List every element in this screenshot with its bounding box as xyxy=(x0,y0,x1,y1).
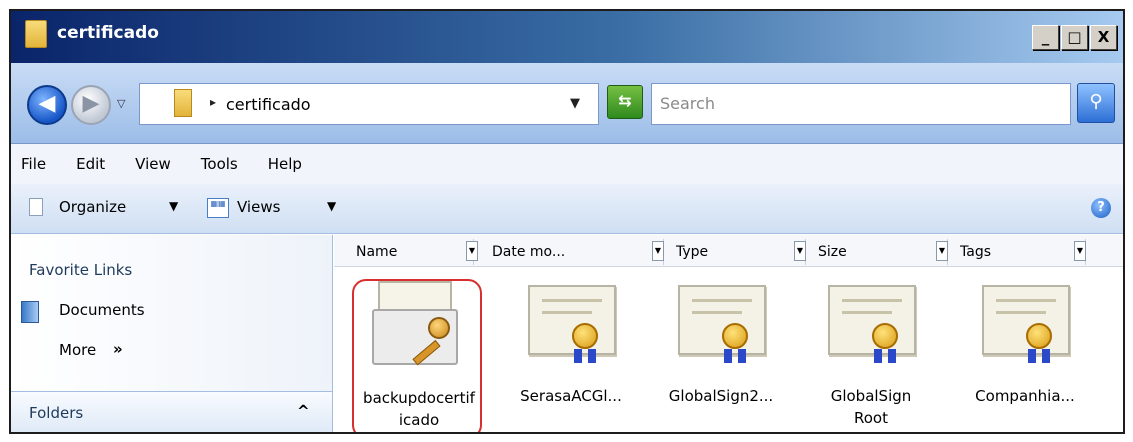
nav-item-documents[interactable]: Documents xyxy=(59,301,145,319)
certificate-icon xyxy=(828,285,916,363)
file-list: Name ▼ Date mo... ▼ Type ▼ Size ▼ Tags ▼… xyxy=(334,235,1123,432)
seal-icon xyxy=(722,323,748,349)
chevron-up-icon[interactable]: ^ xyxy=(297,402,310,420)
file-item-companhia[interactable]: Companhia... xyxy=(960,279,1090,432)
ribbon-icon xyxy=(574,349,582,363)
close-button[interactable]: X xyxy=(1090,25,1117,50)
search-icon[interactable]: ⚲ xyxy=(1077,83,1115,123)
file-label: backupdocertif icado xyxy=(354,387,484,431)
views-icon[interactable]: ▦▦ xyxy=(207,198,229,218)
ribbon-icon xyxy=(738,349,746,363)
seal-icon xyxy=(572,323,598,349)
address-path[interactable]: certificado xyxy=(226,95,311,114)
menu-bar: File Edit View Tools Help xyxy=(11,144,1123,184)
file-item-globalsign-root[interactable]: GlobalSign Root xyxy=(806,279,936,432)
title-bar[interactable]: certificado _ □ X xyxy=(11,11,1123,63)
menu-tools[interactable]: Tools xyxy=(201,155,238,173)
file-label: Companhia... xyxy=(960,385,1090,407)
recent-pages-dropdown-icon[interactable]: ▽ xyxy=(117,97,125,110)
explorer-window: certificado _ □ X ◀ ▶ ▽ ▸ certificado ▼ … xyxy=(9,9,1125,434)
search-input[interactable]: Search xyxy=(651,83,1071,125)
breadcrumb-arrow-icon[interactable]: ▸ xyxy=(210,95,216,109)
cert-text-line xyxy=(842,311,892,314)
file-item-globalsign2[interactable]: GlobalSign2... xyxy=(656,279,786,432)
cert-text-line xyxy=(842,299,902,302)
certificate-icon xyxy=(982,285,1070,363)
file-label-line: SerasaACGl... xyxy=(520,387,622,405)
address-bar: ◀ ▶ ▽ ▸ certificado ▼ ⇆ Search ⚲ xyxy=(11,63,1123,144)
ribbon-icon xyxy=(1028,349,1036,363)
file-label: GlobalSign Root xyxy=(806,385,936,429)
file-label-line: GlobalSign xyxy=(830,387,912,405)
cert-text-line xyxy=(996,299,1056,302)
ribbon-icon xyxy=(588,349,596,363)
window-controls: _ □ X xyxy=(1032,25,1117,50)
file-label-line: backupdocertif xyxy=(363,389,475,407)
column-type-dropdown-icon[interactable]: ▼ xyxy=(794,241,806,261)
organize-dropdown-icon[interactable]: ▼ xyxy=(169,199,178,213)
ribbon-icon xyxy=(874,349,882,363)
column-date-dropdown-icon[interactable]: ▼ xyxy=(652,241,664,261)
help-icon[interactable]: ? xyxy=(1091,198,1111,218)
cert-text-line xyxy=(996,311,1046,314)
back-button[interactable]: ◀ xyxy=(27,85,67,125)
seal-icon xyxy=(1026,323,1052,349)
column-type[interactable]: Type xyxy=(670,239,806,265)
file-label-line: GlobalSign2... xyxy=(668,387,774,405)
address-field[interactable]: ▸ certificado ▼ xyxy=(139,83,599,125)
cert-text-line xyxy=(692,299,752,302)
ribbon-icon xyxy=(724,349,732,363)
column-size[interactable]: Size xyxy=(812,239,948,265)
folders-bar[interactable]: Folders ^ xyxy=(11,391,332,432)
cert-text-line xyxy=(542,311,592,314)
key-icon xyxy=(428,317,450,339)
command-bar: Organize ▼ ▦▦ Views ▼ ? xyxy=(11,184,1123,234)
column-name[interactable]: Name xyxy=(350,239,474,265)
certificate-icon xyxy=(528,285,616,363)
chevron-right-icon[interactable]: » xyxy=(113,340,123,358)
organize-icon[interactable] xyxy=(29,198,43,216)
more-link[interactable]: More xyxy=(59,341,96,359)
column-date-modified[interactable]: Date mo... xyxy=(486,239,664,265)
forward-button[interactable]: ▶ xyxy=(71,85,111,125)
menu-file[interactable]: File xyxy=(21,155,46,173)
column-header-bar: Name ▼ Date mo... ▼ Type ▼ Size ▼ Tags ▼ xyxy=(334,235,1123,267)
menu-edit[interactable]: Edit xyxy=(76,155,105,173)
views-dropdown-icon[interactable]: ▼ xyxy=(327,199,336,213)
cert-text-line xyxy=(542,299,602,302)
column-size-dropdown-icon[interactable]: ▼ xyxy=(936,241,948,261)
column-tags[interactable]: Tags xyxy=(954,239,1086,265)
minimize-button[interactable]: _ xyxy=(1032,25,1059,50)
file-item-backupdocertificado[interactable]: backupdocertif icado xyxy=(352,279,484,432)
file-label-line: icado xyxy=(398,411,440,429)
views-button[interactable]: Views xyxy=(237,198,280,216)
folders-label: Folders xyxy=(29,404,84,422)
column-name-dropdown-icon[interactable]: ▼ xyxy=(466,241,478,261)
ribbon-icon xyxy=(1042,349,1050,363)
file-item-serasaacgl[interactable]: SerasaACGl... xyxy=(506,279,636,432)
folder-icon xyxy=(174,89,192,117)
certificate-key-envelope-icon xyxy=(372,281,464,373)
refresh-button[interactable]: ⇆ xyxy=(607,85,643,119)
file-label-line: Root xyxy=(854,409,888,427)
column-tags-dropdown-icon[interactable]: ▼ xyxy=(1074,241,1086,261)
menu-help[interactable]: Help xyxy=(268,155,302,173)
file-label-line: Companhia... xyxy=(975,387,1075,405)
window-title: certificado xyxy=(57,23,159,43)
folder-icon xyxy=(25,20,47,48)
file-label: GlobalSign2... xyxy=(656,385,786,407)
organize-button[interactable]: Organize xyxy=(59,198,126,216)
certificate-icon xyxy=(678,285,766,363)
file-label: SerasaACGl... xyxy=(506,385,636,407)
menu-view[interactable]: View xyxy=(135,155,171,173)
maximize-button[interactable]: □ xyxy=(1061,25,1088,50)
favorite-links-heading: Favorite Links xyxy=(29,261,133,279)
navigation-pane: Favorite Links Documents More » Folders … xyxy=(11,235,333,432)
ribbon-icon xyxy=(888,349,896,363)
address-dropdown-icon[interactable]: ▼ xyxy=(570,96,580,111)
cert-text-line xyxy=(692,311,742,314)
seal-icon xyxy=(872,323,898,349)
documents-icon[interactable] xyxy=(21,301,39,323)
